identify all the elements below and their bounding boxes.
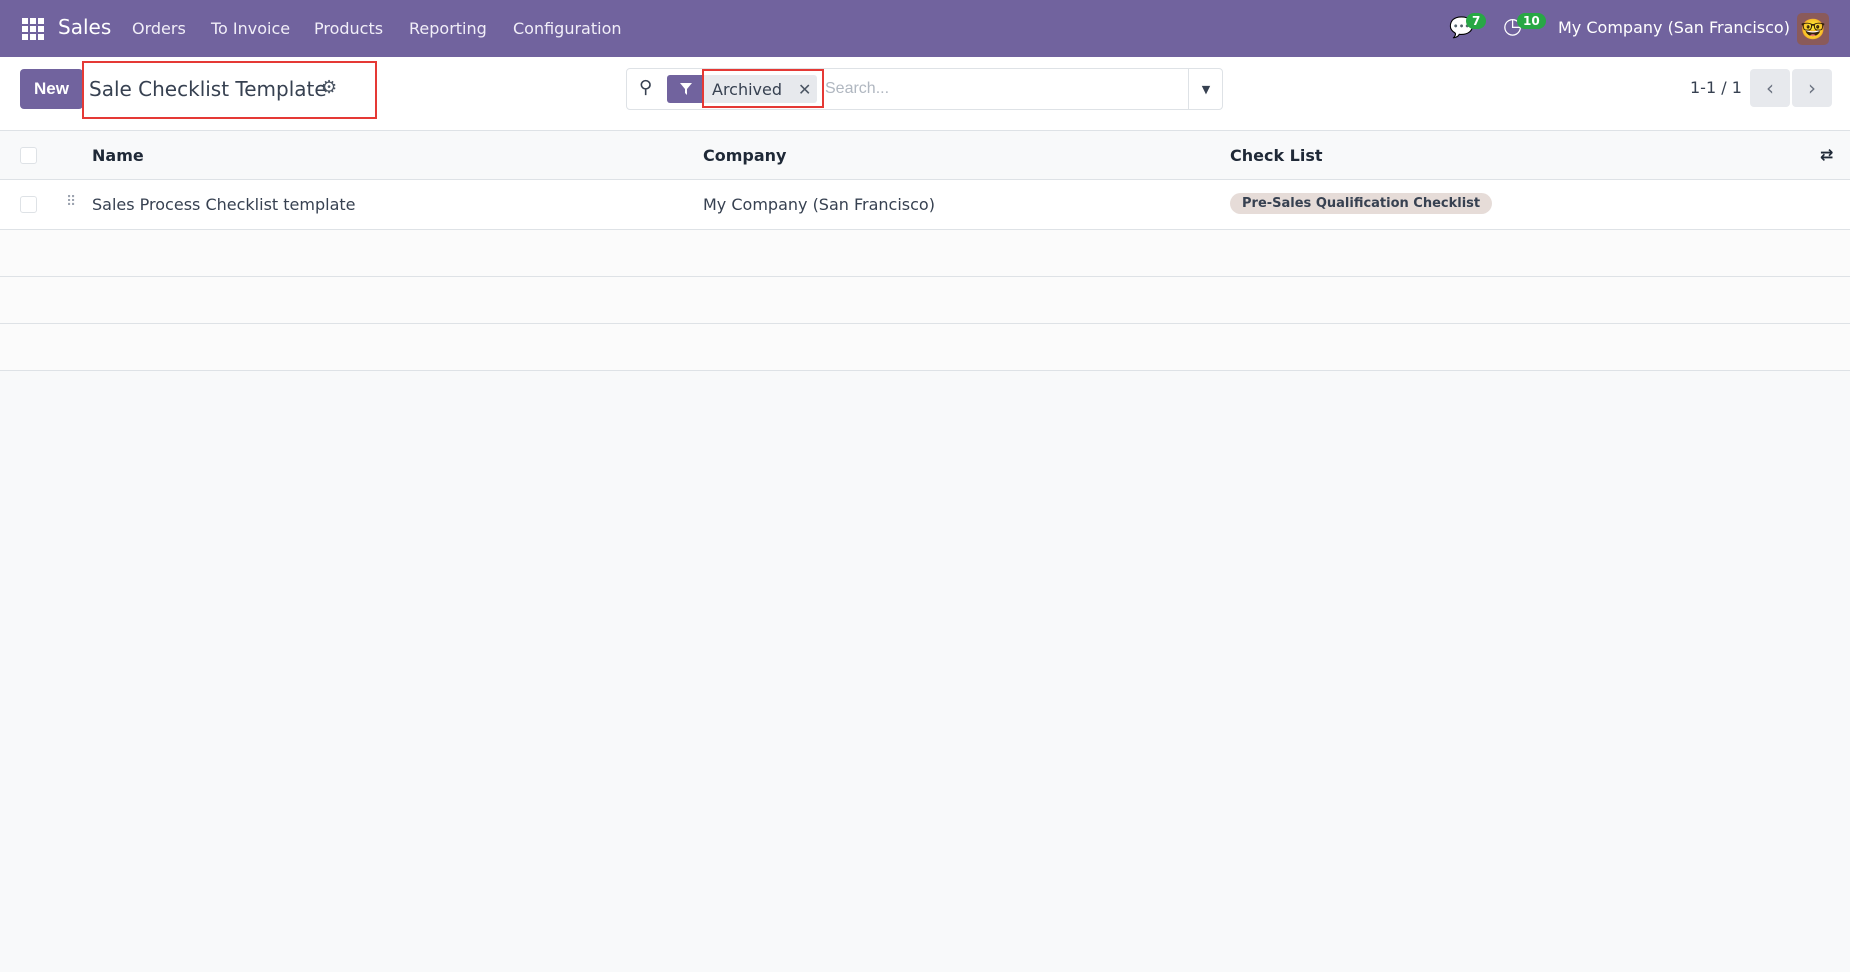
column-name[interactable]: Name: [92, 146, 144, 165]
top-navbar: Sales Orders To Invoice Products Reporti…: [0, 0, 1850, 57]
filter-icon: [667, 75, 704, 103]
gear-icon[interactable]: ⚙: [321, 77, 337, 98]
menu-configuration[interactable]: Configuration: [513, 19, 622, 38]
empty-row: [0, 324, 1850, 371]
checklist-tag: Pre-Sales Qualification Checklist: [1230, 193, 1493, 214]
search-icon[interactable]: ⚲: [639, 77, 652, 98]
menu-products[interactable]: Products: [314, 19, 383, 38]
table-row[interactable]: ⠿ Sales Process Checklist template My Co…: [0, 180, 1850, 230]
row-checkbox[interactable]: [20, 196, 37, 213]
activities-badge: 10: [1517, 13, 1546, 29]
menu-to-invoice[interactable]: To Invoice: [211, 19, 290, 38]
company-switcher[interactable]: My Company (San Francisco): [1558, 18, 1790, 37]
pager-value[interactable]: 1-1 / 1: [1690, 78, 1742, 97]
highlight-box: [702, 69, 824, 108]
app-name[interactable]: Sales: [58, 15, 111, 39]
new-button[interactable]: New: [20, 69, 83, 109]
user-avatar[interactable]: 🤓: [1797, 13, 1829, 45]
menu-reporting[interactable]: Reporting: [409, 19, 487, 38]
table-header: Name Company Check List ⇄: [0, 131, 1850, 180]
list-table: Name Company Check List ⇄ ⠿ Sales Proces…: [0, 131, 1850, 371]
cell-company: My Company (San Francisco): [703, 195, 935, 214]
select-all-checkbox[interactable]: [20, 147, 37, 164]
empty-row: [0, 230, 1850, 277]
app-menu-icon[interactable]: [22, 18, 44, 40]
pager-previous[interactable]: ‹: [1750, 69, 1790, 107]
column-check-list[interactable]: Check List: [1230, 146, 1323, 165]
cell-name: Sales Process Checklist template: [92, 195, 356, 214]
menu-orders[interactable]: Orders: [132, 19, 186, 38]
pager-next[interactable]: ›: [1792, 69, 1832, 107]
empty-row: [0, 277, 1850, 324]
optional-columns-icon[interactable]: ⇄: [1820, 145, 1833, 164]
search-input[interactable]: [825, 75, 1165, 103]
messages-badge: 7: [1466, 13, 1487, 29]
drag-handle-icon[interactable]: ⠿: [66, 194, 76, 210]
search-options-toggle[interactable]: ▼: [1188, 69, 1223, 109]
column-company[interactable]: Company: [703, 146, 786, 165]
search-bar: ⚲ Archived✕ ▼: [626, 68, 1223, 110]
control-panel: New Sale Checklist Template ⚙ ⚲ Archived…: [0, 57, 1850, 131]
page-title: Sale Checklist Template: [89, 77, 327, 101]
